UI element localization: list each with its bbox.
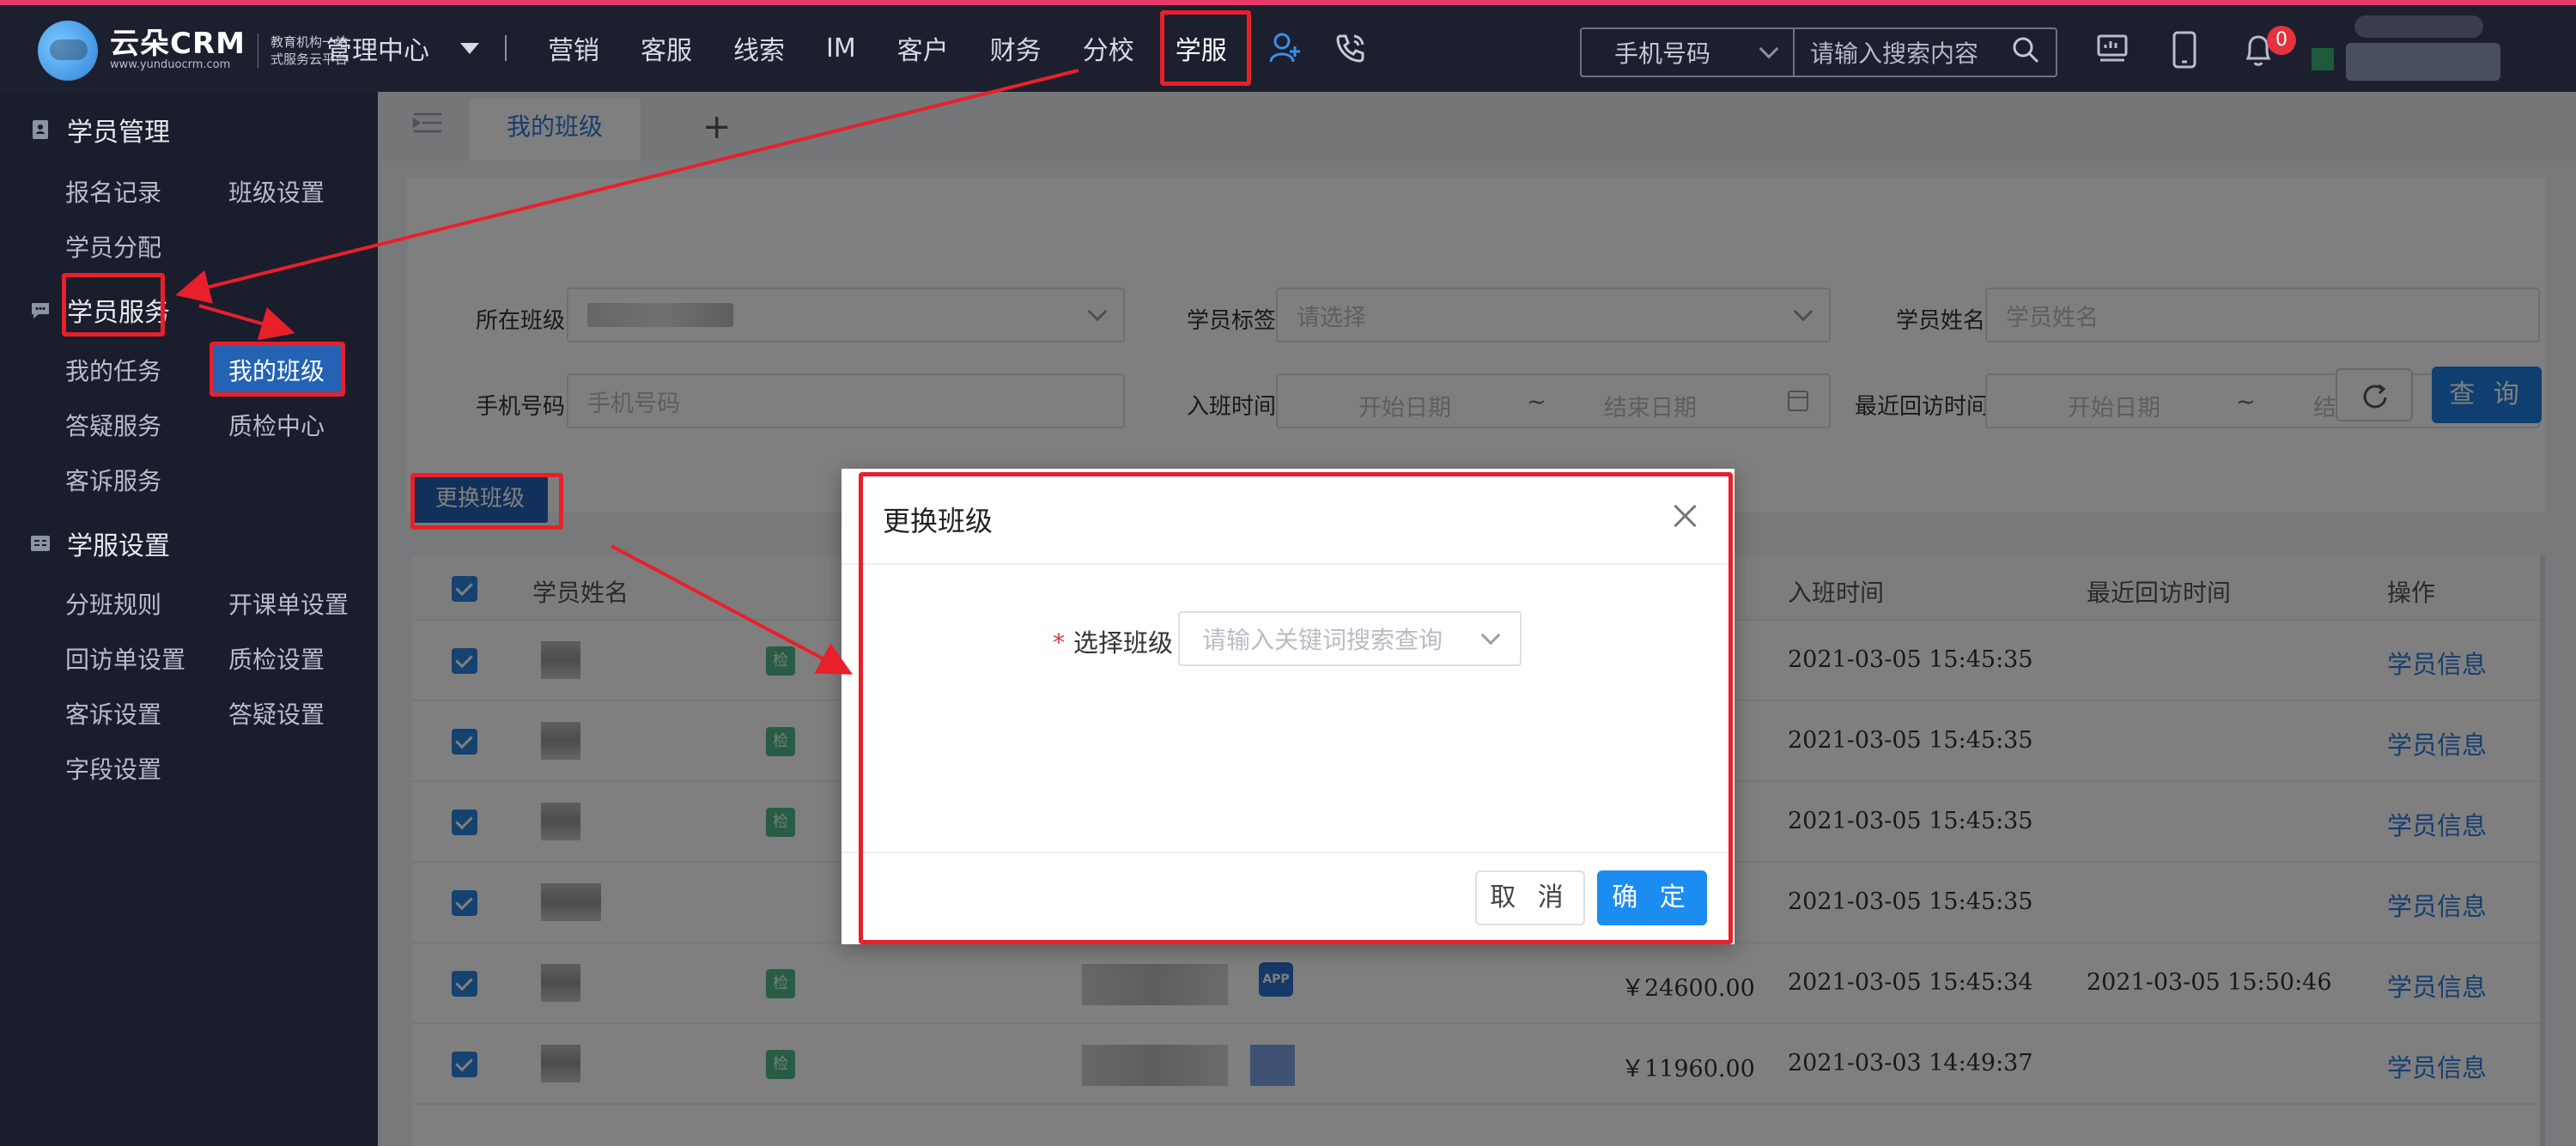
select-class-placeholder: 请输入关键词搜索查询 [1202, 626, 1443, 654]
nav-item-finance[interactable]: 财务 [990, 29, 1042, 67]
close-icon[interactable] [1673, 503, 1697, 527]
user-menu[interactable] [2312, 15, 2559, 93]
sidebar-group-label: 学服设置 [67, 531, 170, 561]
sidebar-item-complaint-settings[interactable]: 客诉设置 [65, 696, 161, 731]
add-contact-icon[interactable] [1268, 31, 1303, 65]
sidebar-item-my-tasks[interactable]: 我的任务 [65, 353, 161, 387]
nav-item-student-service[interactable]: 学服 [1159, 10, 1251, 86]
sidebar-item-class-rules[interactable]: 分班规则 [65, 586, 161, 621]
sidebar-item-field-settings[interactable]: 字段设置 [65, 751, 161, 785]
sidebar-item-class-settings[interactable]: 班级设置 [228, 174, 325, 209]
chevron-down-icon [1759, 39, 1779, 59]
nav-item-branch[interactable]: 分校 [1083, 29, 1134, 67]
sidebar-group-student-management[interactable]: 学员管理 [29, 111, 170, 149]
nav-management-center[interactable]: 管理中心 [326, 29, 479, 67]
nav-item-customers[interactable]: 客户 [897, 29, 949, 67]
phone-call-icon[interactable] [1334, 31, 1368, 65]
nav-management-label: 管理中心 [326, 36, 429, 66]
search-type-select[interactable]: 手机号码 [1582, 29, 1795, 76]
global-search: 手机号码 请输入搜索内容 [1580, 27, 2057, 77]
dialog-title: 更换班级 [883, 505, 993, 537]
search-input[interactable]: 请输入搜索内容 [1795, 35, 2011, 70]
nav-item-leads[interactable]: 线索 [733, 29, 785, 67]
sidebar-item-qa-service[interactable]: 答疑服务 [65, 408, 161, 442]
select-class-dropdown[interactable]: 请输入关键词搜索查询 [1178, 611, 1522, 666]
settings-card-icon [31, 536, 50, 551]
sidebar-item-qa-settings[interactable]: 答疑设置 [228, 696, 325, 731]
sidebar-item-course-order-settings[interactable]: 开课单设置 [228, 586, 349, 621]
sidebar-item-complaint-service[interactable]: 客诉服务 [65, 463, 161, 497]
main-nav: 管理中心 营销 客服 线索 IM 客户 财务 分校 学服 [326, 10, 1399, 86]
nav-divider [505, 35, 507, 61]
change-class-dialog: 更换班级 * 选择班级 请输入关键词搜索查询 取 消 确 定 [841, 469, 1735, 944]
user-name-blur [2346, 43, 2500, 81]
chevron-down-icon [1480, 625, 1501, 646]
cancel-button[interactable]: 取 消 [1475, 870, 1585, 925]
select-class-label: 选择班级 [1073, 628, 1174, 658]
user-status-blur [2312, 48, 2334, 70]
top-navigation-bar: 云朵CRM www.yunduocrm.com 教育机构一站 式服务云平台 管理… [0, 0, 2576, 92]
caret-down-icon [460, 42, 479, 54]
user-avatar-blur [2354, 15, 2483, 38]
sidebar-item-my-classes[interactable]: 我的班级 [211, 346, 343, 394]
monitor-icon[interactable] [2095, 31, 2129, 69]
sidebar-item-visit-form-settings[interactable]: 回访单设置 [65, 641, 185, 676]
search-type-value: 手机号码 [1614, 39, 1711, 68]
sidebar-item-enrollment-records[interactable]: 报名记录 [65, 174, 161, 209]
logo-domain: www.yunduocrm.com [110, 58, 231, 72]
cloud-logo-icon [38, 21, 98, 81]
sidebar-item-quality-settings[interactable]: 质检设置 [228, 641, 325, 676]
sidebar-group-label: 学员服务 [67, 298, 170, 328]
nav-item-im[interactable]: IM [826, 33, 856, 64]
logo-text-block: 云朵CRM www.yunduocrm.com [110, 29, 246, 72]
confirm-button[interactable]: 确 定 [1597, 870, 1707, 925]
sidebar-group-service-settings[interactable]: 学服设置 [29, 524, 170, 562]
chat-bubble-icon [32, 303, 49, 318]
logo-brand: 云朵CRM [110, 27, 246, 62]
sidebar-item-student-allocation[interactable]: 学员分配 [65, 229, 161, 264]
required-mark: * [1053, 628, 1065, 657]
mobile-icon[interactable] [2169, 31, 2200, 72]
nav-item-marketing[interactable]: 营销 [548, 29, 599, 67]
sidebar-group-student-service[interactable]: 学员服务 [29, 291, 170, 329]
logo[interactable]: 云朵CRM www.yunduocrm.com 教育机构一站 式服务云平台 [38, 21, 348, 81]
notification-count-badge: 0 [2267, 26, 2296, 55]
sidebar: 学员管理 报名记录 班级设置 学员分配 学员服务 我的任务 我的班级 答疑服务 … [0, 92, 378, 1146]
search-icon[interactable] [2011, 35, 2040, 70]
sidebar-item-quality-center[interactable]: 质检中心 [228, 408, 325, 442]
nav-item-customer-service[interactable]: 客服 [641, 29, 692, 67]
contacts-icon [33, 120, 48, 139]
dialog-header-divider [841, 563, 1735, 565]
dialog-footer-divider [841, 852, 1735, 853]
sidebar-group-label: 学员管理 [67, 118, 170, 148]
